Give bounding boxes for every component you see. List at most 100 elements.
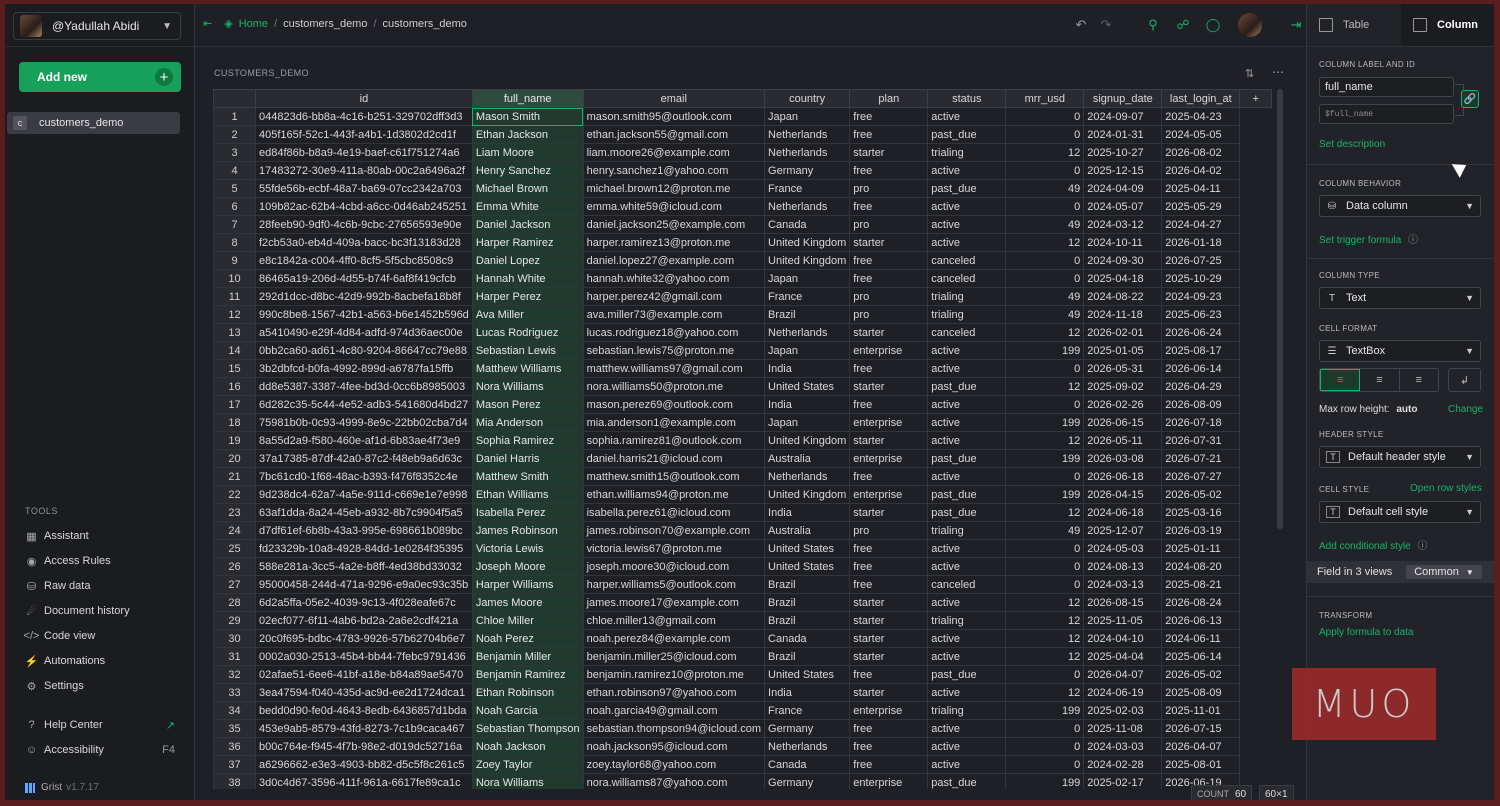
cell-full-name[interactable]: Mason Perez (471, 395, 584, 414)
account-avatar[interactable] (1238, 13, 1262, 37)
cell-signup-date[interactable]: 2024-08-22 (1083, 287, 1163, 306)
open-right-panel-icon[interactable]: ⇥ (1288, 17, 1304, 33)
cell-plan[interactable]: starter (849, 629, 929, 648)
cell-email[interactable]: victoria.lewis67@proton.me (582, 539, 766, 558)
row-number[interactable]: 18 (213, 413, 256, 432)
cell-mrr-usd[interactable]: 0 (1005, 575, 1085, 594)
cell-status[interactable]: active (927, 557, 1007, 576)
open-row-styles-link[interactable]: Open row styles (1410, 483, 1482, 494)
cell-email[interactable]: james.robinson70@example.com (582, 521, 766, 540)
cell-status[interactable]: past_due (927, 665, 1007, 684)
cell-email[interactable]: matthew.williams97@gmail.com (582, 359, 766, 378)
cell-plan[interactable]: free (849, 575, 929, 594)
cell-full-name[interactable]: Henry Sanchez (471, 161, 584, 180)
section-menu-icon[interactable]: ⋯ (1272, 65, 1284, 79)
search-icon[interactable]: ⚲ (1145, 17, 1161, 33)
cell-last-login-at[interactable]: 2025-01-11 (1161, 539, 1241, 558)
row-number[interactable]: 1 (213, 107, 256, 126)
cell-plan[interactable]: free (849, 107, 929, 126)
share-icon[interactable]: ☍ (1175, 17, 1191, 33)
cell-plan[interactable]: enterprise (849, 449, 929, 468)
cell-email[interactable]: ethan.williams94@proton.me (582, 485, 766, 504)
cell-signup-date[interactable]: 2024-02-28 (1083, 755, 1163, 774)
cell-last-login-at[interactable]: 2025-08-21 (1161, 575, 1241, 594)
align-right-button[interactable]: ≡ (1400, 369, 1438, 391)
tool-code-view[interactable]: </> Code view (24, 627, 175, 645)
add-column-button[interactable]: + (1239, 89, 1273, 108)
cell-signup-date[interactable]: 2025-04-04 (1083, 647, 1163, 666)
cell-last-login-at[interactable]: 2025-08-17 (1161, 341, 1241, 360)
cell-mrr-usd[interactable]: 12 (1005, 377, 1085, 396)
row-number[interactable]: 34 (213, 701, 256, 720)
table-row[interactable]: 8 f2cb53a0-eb4d-409a-bacc-bc3f13183d28 Har… (213, 233, 1272, 252)
cell-mrr-usd[interactable]: 0 (1005, 161, 1085, 180)
cell-email[interactable]: james.moore17@example.com (582, 593, 766, 612)
cell-status[interactable]: active (927, 107, 1007, 126)
cell-plan[interactable]: starter (849, 683, 929, 702)
cell-status[interactable]: active (927, 683, 1007, 702)
cell-country[interactable]: Brazil (764, 611, 851, 630)
cell-plan[interactable]: enterprise (849, 701, 929, 720)
cell-id[interactable]: 7bc61cd0-1f68-48ac-b393-f476f8352c4e (255, 467, 473, 486)
cell-id[interactable]: 3d0c4d67-3596-411f-961a-6617fe89ca1c (255, 773, 473, 789)
cell-country[interactable]: Brazil (764, 575, 851, 594)
cell-email[interactable]: daniel.harris21@icloud.com (582, 449, 766, 468)
cell-status[interactable]: trialing (927, 701, 1007, 720)
cell-status[interactable]: trialing (927, 521, 1007, 540)
cell-plan[interactable]: starter (849, 503, 929, 522)
cell-status[interactable]: past_due (927, 377, 1007, 396)
cell-mrr-usd[interactable]: 0 (1005, 359, 1085, 378)
table-row[interactable]: 37 a6296662-e3e3-4903-bb82-d5c5f8c261c5 Zo… (213, 755, 1272, 774)
row-number[interactable]: 7 (213, 215, 256, 234)
cell-status[interactable]: trialing (927, 287, 1007, 306)
cell-mrr-usd[interactable]: 199 (1005, 701, 1085, 720)
cell-mrr-usd[interactable]: 12 (1005, 233, 1085, 252)
cell-id[interactable]: 453e9ab5-8579-43fd-8273-7c1b9caca467 (255, 719, 473, 738)
row-number[interactable]: 12 (213, 305, 256, 324)
cell-last-login-at[interactable]: 2026-07-27 (1161, 467, 1241, 486)
cell-status[interactable]: active (927, 233, 1007, 252)
row-number[interactable]: 28 (213, 593, 256, 612)
cell-plan[interactable]: starter (849, 593, 929, 612)
cell-last-login-at[interactable]: 2025-08-01 (1161, 755, 1241, 774)
cell-email[interactable]: noah.jackson95@icloud.com (582, 737, 766, 756)
cell-status[interactable]: canceled (927, 575, 1007, 594)
row-number[interactable]: 6 (213, 197, 256, 216)
cell-signup-date[interactable]: 2026-04-07 (1083, 665, 1163, 684)
cell-plan[interactable]: starter (849, 323, 929, 342)
cell-status[interactable]: active (927, 755, 1007, 774)
cell-last-login-at[interactable]: 2026-05-02 (1161, 665, 1241, 684)
cell-country[interactable]: Germany (764, 161, 851, 180)
table-row[interactable]: 3 ed84f86b-b8a9-4e19-baef-c61f751274a6 Lia… (213, 143, 1272, 162)
table-row[interactable]: 20 37a17385-87df-42a0-87c2-f48eb9a6d63c Da… (213, 449, 1272, 468)
cell-email[interactable]: emma.white59@icloud.com (582, 197, 766, 216)
tab-column[interactable]: Column (1401, 4, 1494, 46)
cell-id[interactable]: 109b82ac-62b4-4cbd-a6cc-0d46ab245251 (255, 197, 473, 216)
cell-mrr-usd[interactable]: 49 (1005, 305, 1085, 324)
row-number[interactable]: 23 (213, 503, 256, 522)
cell-mrr-usd[interactable]: 0 (1005, 665, 1085, 684)
row-number[interactable]: 25 (213, 539, 256, 558)
cell-full-name[interactable]: Daniel Lopez (471, 251, 584, 270)
cell-signup-date[interactable]: 2025-02-03 (1083, 701, 1163, 720)
link-label-id-button[interactable]: 🔗 (1461, 90, 1479, 108)
cell-signup-date[interactable]: 2024-03-13 (1083, 575, 1163, 594)
tool-raw-data[interactable]: ⛁ Raw data (25, 577, 175, 595)
cell-id[interactable]: 0002a030-2513-45b4-bb44-7febc9791436 (255, 647, 473, 666)
tab-table[interactable]: Table (1307, 4, 1401, 46)
cell-last-login-at[interactable]: 2024-04-27 (1161, 215, 1241, 234)
cell-plan[interactable]: pro (849, 521, 929, 540)
cell-plan[interactable]: starter (849, 233, 929, 252)
row-number[interactable]: 36 (213, 737, 256, 756)
cell-full-name[interactable]: Ethan Robinson (471, 683, 584, 702)
cell-status[interactable]: canceled (927, 251, 1007, 270)
cell-status[interactable]: active (927, 593, 1007, 612)
cell-status[interactable]: trialing (927, 143, 1007, 162)
cell-signup-date[interactable]: 2025-09-02 (1083, 377, 1163, 396)
row-number[interactable]: 3 (213, 143, 256, 162)
table-row[interactable]: 22 9d238dc4-62a7-4a5e-911d-c669e1e7e998 Et… (213, 485, 1272, 504)
cell-plan[interactable]: starter (849, 611, 929, 630)
cell-last-login-at[interactable]: 2026-06-13 (1161, 611, 1241, 630)
cell-full-name[interactable]: Emma White (471, 197, 584, 216)
cell-plan[interactable]: pro (849, 287, 929, 306)
